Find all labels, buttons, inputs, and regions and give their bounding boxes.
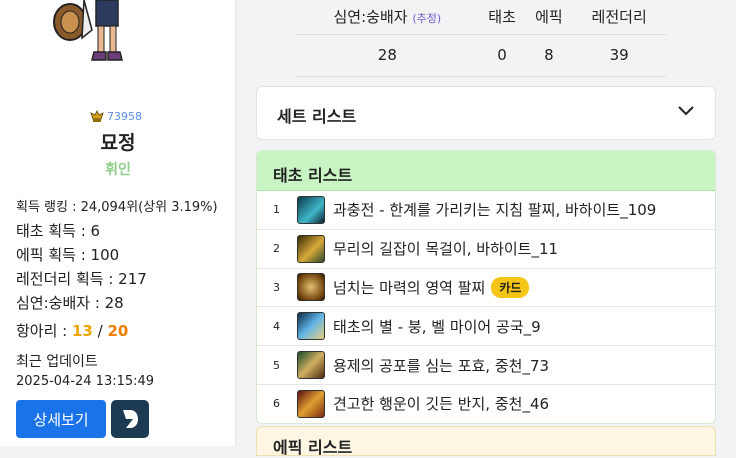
set-list-title: 세트 리스트: [277, 107, 357, 126]
ring-icon: [297, 389, 325, 418]
character-name: 묘정: [100, 132, 136, 154]
count-value-simyeon: 28: [296, 34, 479, 77]
count-table: 심연:숭배자 (추정) 태초 에픽 레전더리 28 0 8 39: [296, 0, 666, 77]
count-value-epic: 8: [525, 34, 573, 77]
item-name: 과충전 - 한계를 가리키는 지침 팔찌, 바하이트_109: [333, 201, 657, 220]
item-number: 6: [273, 397, 280, 411]
list-item[interactable]: 1 과충전 - 한계를 가리키는 지침 팔찌, 바하이트_109: [257, 191, 715, 230]
dundam-link-button[interactable]: [111, 400, 149, 438]
detail-button[interactable]: 상세보기: [16, 400, 106, 438]
item-number: 1: [273, 203, 280, 217]
badge-value: 73958: [107, 110, 142, 123]
item-number: 2: [273, 242, 280, 256]
count-header-taecho: 태초: [478, 0, 526, 35]
item-name: 넘치는 마력의 영역 팔찌: [333, 278, 486, 297]
list-item[interactable]: 6 견고한 행운이 깃든 반지, 중천_46: [257, 385, 715, 423]
chevron-down-icon: [678, 106, 694, 116]
hangari-count: 항아리 : 13 / 20: [16, 320, 128, 341]
count-header-legendary: 레전더리: [572, 0, 666, 35]
necklace-icon: [297, 234, 325, 263]
item-number: 3: [273, 280, 280, 294]
updated-time: 2025-04-24 13:15:49: [16, 374, 155, 389]
count-value-taecho: 0: [478, 34, 526, 77]
character-illustration: [53, 0, 123, 61]
list-item[interactable]: 4 태초의 별 - 붕, 벨 마이어 공국_9: [257, 307, 715, 347]
item-name: 무리의 길잡이 목걸이, 바하이트_11: [333, 240, 559, 259]
crest-icon: [90, 110, 104, 122]
hangari-sep: /: [92, 322, 108, 340]
card-tag: 카드: [491, 276, 530, 298]
taecho-count: 태초 획득 : 6: [16, 222, 101, 240]
bracelet-icon: [297, 195, 325, 224]
bracelet-icon: [297, 273, 325, 302]
count-header-epic: 에픽: [525, 0, 573, 35]
legendary-count: 레전더리 획득 : 217: [16, 270, 147, 288]
badge-line: 73958: [90, 110, 142, 123]
item-number: 4: [273, 319, 280, 333]
simyeon-count: 심연:숭배자 : 28: [16, 294, 124, 312]
rank-text: 획득 랭킹 : 24,094위(상위 3.19%): [16, 200, 218, 215]
server-name: 휘인: [105, 162, 131, 178]
character-panel: 73958 묘정 휘인 획득 랭킹 : 24,094위(상위 3.19%) 태초…: [0, 0, 236, 446]
hangari-total: 20: [107, 322, 129, 340]
item-name: 용제의 공포를 심는 포효, 중천_73: [333, 356, 550, 375]
estimate-note: (추정): [412, 12, 442, 26]
count-value-legendary: 39: [572, 34, 666, 77]
dundam-logo-icon: [123, 410, 138, 428]
main-content: 심연:숭배자 (추정) 태초 에픽 레전더리 28 0 8 39 세트 리스트 …: [236, 0, 736, 457]
hangari-label: 항아리 :: [16, 322, 72, 340]
item-number: 5: [273, 358, 280, 372]
list-item[interactable]: 5 용제의 공포를 심는 포효, 중천_73: [257, 346, 715, 385]
list-item[interactable]: 3 넘치는 마력의 영역 팔찌 카드: [257, 269, 715, 308]
count-header-simyeon: 심연:숭배자 (추정): [296, 0, 479, 35]
taecho-list: 태초 리스트 1 과충전 - 한계를 가리키는 지침 팔찌, 바하이트_109 …: [256, 150, 716, 424]
weapon-icon: [297, 312, 325, 341]
set-list-toggle[interactable]: 세트 리스트: [256, 86, 716, 140]
updated-label: 최근 업데이트: [16, 354, 98, 370]
item-name: 태초의 별 - 붕, 벨 마이어 공국_9: [333, 317, 541, 336]
epic-count: 에픽 획득 : 100: [16, 246, 120, 264]
hangari-current: 13: [72, 322, 93, 340]
item-name: 견고한 행운이 깃든 반지, 중천_46: [333, 395, 550, 414]
armor-icon: [297, 351, 325, 380]
taecho-list-title: 태초 리스트: [257, 151, 715, 191]
epic-list-title: 에픽 리스트: [256, 426, 716, 457]
list-item[interactable]: 2 무리의 길잡이 목걸이, 바하이트_11: [257, 230, 715, 269]
